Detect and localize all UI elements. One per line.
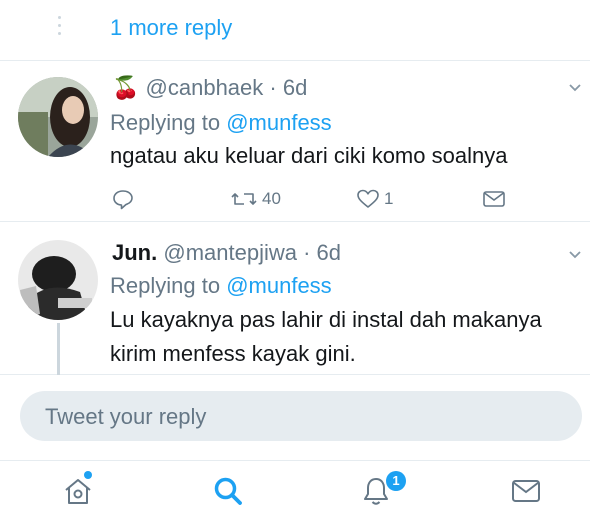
avatar[interactable] <box>18 77 98 157</box>
home-icon <box>65 479 91 504</box>
tweet-actions: 40 1 <box>110 186 520 212</box>
heart-icon <box>357 189 379 208</box>
chevron-down-icon[interactable] <box>568 81 582 95</box>
more-replies-row[interactable]: 1 more reply <box>0 0 590 61</box>
home-new-dot-icon <box>84 471 92 479</box>
replying-to-link[interactable]: @munfess <box>226 110 331 135</box>
chevron-down-icon[interactable] <box>568 248 582 262</box>
replying-to-link[interactable]: @munfess <box>226 273 331 298</box>
messages-icon <box>512 480 540 502</box>
tweet-text-line: ngatau aku keluar dari ciki komo soalnya <box>110 143 508 168</box>
tab-notifications[interactable]: 1 <box>360 471 406 512</box>
notifications-badge: 1 <box>386 471 406 491</box>
tweet-text-line: kirim menfess kayak gini. <box>110 341 356 366</box>
retweet-icon <box>231 193 257 205</box>
reply-icon <box>113 190 133 210</box>
tab-messages[interactable] <box>510 477 542 510</box>
bottom-tab-bar: 1 <box>0 460 590 512</box>
display-name[interactable]: Jun. <box>112 240 157 265</box>
avatar[interactable] <box>18 240 98 320</box>
tweet-text-line: Lu kayaknya pas lahir di instal dah maka… <box>110 307 542 332</box>
tweet-time[interactable]: · 6d <box>269 75 307 100</box>
retweet-count: 40 <box>262 189 281 208</box>
tweet-header: Jun. @mantepjiwa · 6d <box>112 240 341 266</box>
retweet-button[interactable]: 40 <box>230 188 281 210</box>
like-button[interactable]: 1 <box>356 188 393 210</box>
replying-to: Replying to @munfess <box>110 273 332 299</box>
tweet-text: Lu kayaknya pas lahir di instal dah maka… <box>110 303 542 371</box>
user-handle[interactable]: @mantepjiwa <box>163 240 297 265</box>
search-icon <box>214 477 242 505</box>
user-handle[interactable]: @canbhaek <box>146 75 264 100</box>
tab-search[interactable] <box>212 475 244 512</box>
reply-input-placeholder: Tweet your reply <box>45 404 207 429</box>
replying-prefix: Replying to <box>110 110 221 135</box>
envelope-icon <box>483 191 505 207</box>
tweet-time[interactable]: · 6d <box>303 240 341 265</box>
tweet-header: 🍒 @canbhaek · 6d <box>112 75 307 101</box>
thread-dots-icon <box>58 16 62 42</box>
like-count: 1 <box>384 189 394 208</box>
reply-tweet[interactable]: Jun. @mantepjiwa · 6d Replying to @munfe… <box>0 222 590 375</box>
thread-connector-line <box>57 323 60 375</box>
reply-tweet[interactable]: 🍒 @canbhaek · 6d Replying to @munfess ng… <box>0 61 590 222</box>
direct-message-button[interactable] <box>482 189 506 209</box>
tweet-text: ngatau aku keluar dari ciki komo soalnya <box>110 139 507 173</box>
replying-to: Replying to @munfess <box>110 110 332 136</box>
emoji-name-icon: 🍒 <box>112 75 140 100</box>
tab-home[interactable] <box>62 471 94 512</box>
replying-prefix: Replying to <box>110 273 221 298</box>
reply-button[interactable] <box>112 188 134 210</box>
more-replies-link[interactable]: 1 more reply <box>110 15 232 41</box>
